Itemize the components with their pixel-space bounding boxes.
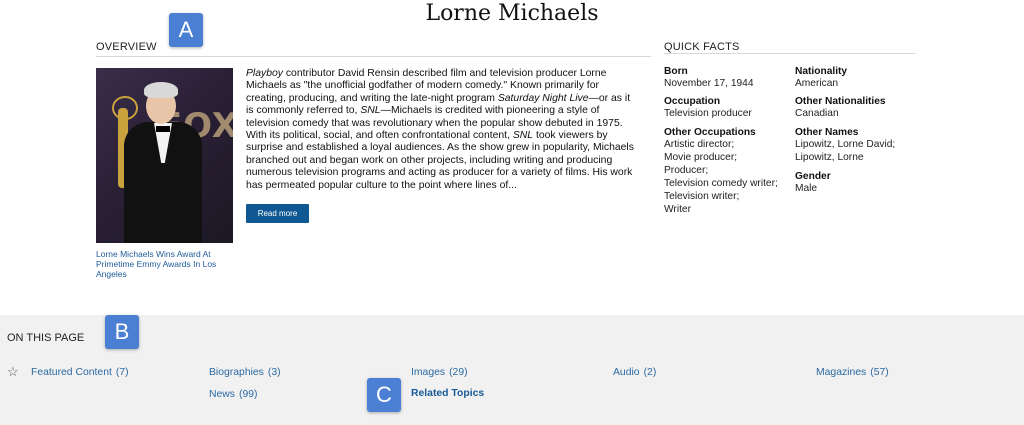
link-featured-content[interactable]: Featured Content (7) <box>31 366 129 380</box>
overview-paragraph: Playboy contributor David Rensin describ… <box>246 68 638 192</box>
quick-facts-divider <box>664 53 916 54</box>
annotation-badge-b: B <box>105 315 139 349</box>
other-occupation-item: Writer <box>664 204 691 215</box>
featured-photo[interactable]: FOX <box>96 68 233 243</box>
italic-title-snl: SNL <box>360 105 381 117</box>
image-caption-link[interactable]: Lorne Michaels Wins Award At Primetime E… <box>96 249 236 279</box>
link-news[interactable]: News (99) <box>209 388 257 402</box>
link-biographies[interactable]: Biographies (3) <box>209 366 281 380</box>
other-occupations-label: Other Occupations <box>664 127 756 138</box>
other-occupation-item: Television writer; <box>664 191 740 202</box>
star-icon[interactable]: ☆ <box>7 365 19 379</box>
gender-value: Male <box>795 183 818 194</box>
other-name-item: Lipowitz, Lorne <box>795 152 864 163</box>
other-name-item: Lipowitz, Lorne David; <box>795 139 896 150</box>
link-label: Biographies <box>209 367 264 378</box>
on-this-page-heading: ON THIS PAGE <box>7 332 85 344</box>
link-count: (57) <box>870 367 889 378</box>
gender-label: Gender <box>795 171 831 182</box>
other-nationalities-label: Other Nationalities <box>795 96 886 107</box>
nationality-label: Nationality <box>795 66 848 77</box>
nationality-value: American <box>795 78 839 89</box>
page-title: Lorne Michaels <box>425 1 599 26</box>
link-audio[interactable]: Audio (2) <box>613 366 656 380</box>
bow-tie <box>156 126 170 132</box>
link-magazines[interactable]: Magazines (57) <box>816 366 889 380</box>
link-label: Audio <box>613 367 640 378</box>
occupation-value: Television producer <box>664 108 752 119</box>
other-occupation-item: Producer; <box>664 165 709 176</box>
overview-divider <box>96 56 651 57</box>
read-more-button[interactable]: Read more <box>246 204 309 223</box>
link-label: Images <box>411 367 446 378</box>
born-value: November 17, 1944 <box>664 78 754 89</box>
italic-title-snl-full: Saturday Night Live <box>497 92 589 104</box>
link-related-topics[interactable]: Related Topics <box>411 387 484 401</box>
other-names-label: Other Names <box>795 127 859 138</box>
link-label: Featured Content <box>31 367 112 378</box>
link-label: Magazines <box>816 367 867 378</box>
other-occupation-item: Movie producer; <box>664 152 738 163</box>
link-images[interactable]: Images (29) <box>411 366 468 380</box>
occupation-label: Occupation <box>664 96 721 107</box>
quick-facts-heading: QUICK FACTS <box>664 41 740 53</box>
link-count: (29) <box>449 367 468 378</box>
italic-title-snl: SNL <box>512 130 534 142</box>
link-count: (99) <box>238 389 258 400</box>
annotation-badge-c: C <box>367 378 401 412</box>
other-nationalities-value: Canadian <box>795 108 839 119</box>
link-count: (7) <box>115 367 129 378</box>
link-label: News <box>209 389 235 400</box>
other-occupation-item: Artistic director; <box>664 139 735 150</box>
person-hair <box>144 82 178 98</box>
annotation-badge-a: A <box>169 13 203 47</box>
born-label: Born <box>664 66 688 77</box>
link-count: (2) <box>643 367 657 378</box>
overview-heading: OVERVIEW <box>96 41 157 53</box>
italic-title-playboy: Playboy <box>246 68 283 79</box>
link-count: (3) <box>267 367 281 378</box>
other-occupation-item: Television comedy writer; <box>664 178 778 189</box>
